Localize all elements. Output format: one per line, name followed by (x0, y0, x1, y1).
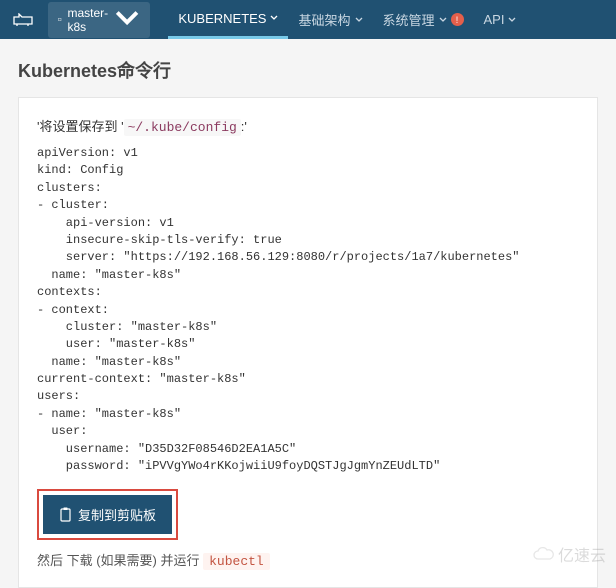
nav-admin[interactable]: 系统管理 (373, 0, 474, 39)
footer-note: 然后 下载 (如果需要) 并运行 kubectl (37, 550, 579, 569)
nav-kubernetes[interactable]: KUBERNETES (168, 0, 288, 39)
cube-icon (58, 14, 62, 25)
content-card: '将设置保存到 '~/.kube/config:' apiVersion: v1… (18, 97, 598, 588)
rancher-logo (12, 13, 34, 27)
top-navbar: master-k8s KUBERNETES 基础架构 系统管理 API (0, 0, 616, 39)
chevron-down-icon (355, 16, 363, 24)
copy-button-highlight: 复制到剪贴板 (37, 489, 178, 540)
project-selector[interactable]: master-k8s (48, 2, 150, 38)
chevron-down-icon (270, 14, 278, 22)
copy-to-clipboard-button[interactable]: 复制到剪贴板 (43, 495, 172, 534)
clipboard-icon (59, 507, 72, 522)
chevron-down-icon (439, 16, 447, 24)
kube-config-text: apiVersion: v1 kind: Config clusters: - … (37, 145, 579, 475)
nav-api[interactable]: API (474, 0, 527, 39)
page-title: Kubernetes命令行 (0, 39, 616, 97)
save-note: '将设置保存到 '~/.kube/config:' (37, 116, 579, 135)
nav-infrastructure[interactable]: 基础架构 (288, 0, 372, 39)
chevron-down-icon (508, 16, 516, 24)
config-path: ~/.kube/config (124, 119, 241, 136)
alert-badge-icon (451, 13, 464, 26)
kubectl-code: kubectl (203, 553, 270, 570)
chevron-down-icon (114, 6, 140, 32)
project-name: master-k8s (68, 6, 109, 34)
